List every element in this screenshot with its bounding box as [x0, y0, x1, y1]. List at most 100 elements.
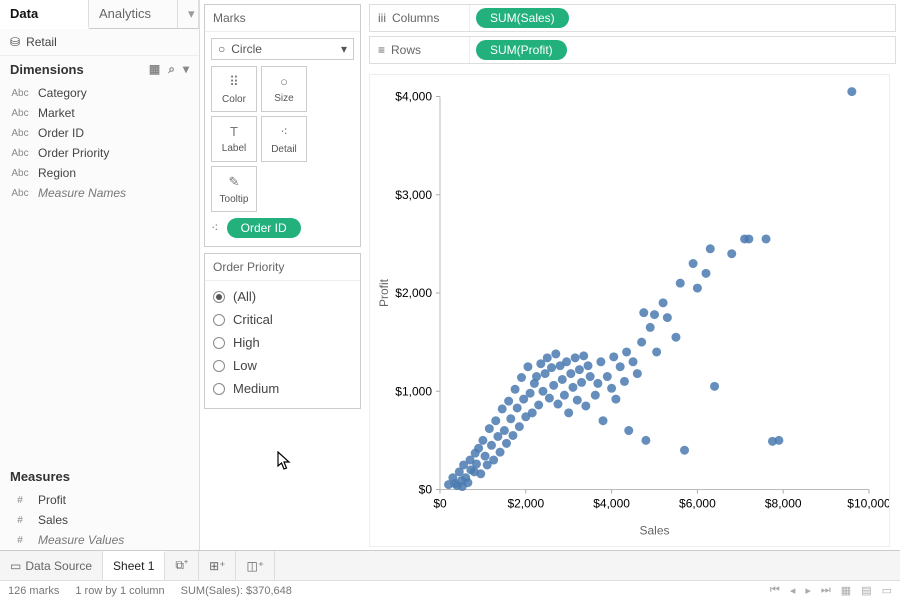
filter-option[interactable]: Critical [205, 308, 360, 331]
mark-tooltip-button[interactable]: ✎ Tooltip [211, 166, 257, 212]
field-name: Market [38, 106, 75, 120]
new-story-button[interactable]: ◫⁺ [236, 551, 275, 580]
datatype-icon: Abc [10, 128, 30, 139]
status-bar: 126 marks 1 row by 1 column SUM(Sales): … [0, 580, 900, 600]
detail-icon: ⁖ [280, 124, 288, 140]
svg-text:$6,000: $6,000 [679, 497, 716, 511]
new-dashboard-button[interactable]: ⊞⁺ [199, 551, 236, 580]
datatype-icon: Abc [10, 188, 30, 199]
dimension-field[interactable]: Abc Category [0, 83, 199, 103]
new-worksheet-icon: ⧉⁺ [175, 558, 188, 573]
filter-option[interactable]: (All) [205, 285, 360, 308]
svg-text:$0: $0 [419, 483, 433, 497]
nav-next-icon[interactable]: ▸ [805, 584, 811, 597]
label-icon: T [230, 124, 238, 139]
field-name: Category [38, 86, 87, 100]
dimension-field[interactable]: AbcRegion [0, 163, 199, 183]
svg-text:Profit: Profit [377, 278, 391, 307]
view-mode1-icon[interactable]: ▦ [841, 584, 851, 597]
tab-dropdown[interactable]: ▾ [178, 0, 199, 28]
mark-type-select[interactable]: ○Circle ▾ [211, 38, 354, 60]
measures-head: Measures [10, 469, 70, 484]
marks-head: Marks [205, 5, 360, 32]
measure-field[interactable]: # Measure Values [0, 530, 199, 550]
svg-text:$4,000: $4,000 [593, 497, 630, 511]
mark-btn-label: Tooltip [220, 194, 249, 205]
svg-text:$2,000: $2,000 [507, 497, 544, 511]
radio-icon [213, 337, 225, 349]
rows-pill[interactable]: SUM(Profit) [476, 40, 567, 60]
dimension-field[interactable]: Abc Order Priority [0, 143, 199, 163]
new-dashboard-icon: ⊞⁺ [209, 559, 225, 573]
datatype-icon: Abc [10, 148, 30, 159]
filter-option[interactable]: High [205, 331, 360, 354]
dimensions-head: Dimensions [10, 62, 84, 77]
mark-label-button[interactable]: T Label [211, 116, 257, 162]
columns-pill[interactable]: SUM(Sales) [476, 8, 569, 28]
tab-datasource[interactable]: ▭Data Source [0, 551, 103, 580]
field-name: Region [38, 166, 76, 180]
svg-text:$10,000: $10,000 [847, 497, 889, 511]
mark-color-button[interactable]: ⠿Color [211, 66, 257, 112]
filter-option[interactable]: Low [205, 354, 360, 377]
filter-option[interactable]: Medium [205, 377, 360, 400]
radio-icon [213, 291, 225, 303]
view-mode3-icon[interactable]: ▭ [882, 584, 892, 597]
menu-caret-icon[interactable]: ▾ [183, 62, 189, 77]
rows-label: Rows [391, 43, 421, 57]
datasource-row[interactable]: ⛁ Retail [0, 29, 199, 56]
tab-sheet1[interactable]: Sheet 1 [103, 551, 165, 580]
mark-size-button[interactable]: ○Size [261, 66, 307, 112]
status-grid: 1 row by 1 column [75, 585, 164, 597]
tab-analytics[interactable]: Analytics [89, 0, 178, 28]
field-name: Order Priority [38, 146, 109, 160]
field-name: Measure Values [38, 533, 124, 547]
dimension-field[interactable]: Abc Market [0, 103, 199, 123]
measure-field[interactable]: #Profit [0, 490, 199, 510]
new-worksheet-button[interactable]: ⧉⁺ [165, 551, 199, 580]
tooltip-icon: ✎ [229, 174, 240, 190]
mark-btn-label: Size [274, 93, 293, 104]
datatype-icon: Abc [10, 88, 30, 99]
datatype-icon: Abc [10, 108, 30, 119]
dimension-field[interactable]: Abc Order ID [0, 123, 199, 143]
radio-icon [213, 383, 225, 395]
radio-icon [213, 314, 225, 326]
search-icon[interactable]: ⌕ [168, 62, 175, 77]
color-icon: ⠿ [229, 74, 239, 90]
marks-card: Marks ○Circle ▾ ⠿Color○Size T Label ⁖Detail… [204, 4, 361, 247]
filter-label: Critical [233, 312, 273, 327]
view-grid-icon[interactable]: ▦ [149, 62, 160, 77]
view-mode2-icon[interactable]: ▤ [861, 584, 871, 597]
svg-text:$1,000: $1,000 [395, 384, 432, 398]
nav-last-icon[interactable]: ⏭ [821, 584, 831, 597]
scatter-chart[interactable]: $0$1,000$2,000$3,000$4,000$0$2,000$4,000… [369, 74, 890, 547]
dimension-field[interactable]: AbcMeasure Names [0, 183, 199, 203]
detail-pill[interactable]: Order ID [227, 218, 301, 238]
view-pane: iiiColumns SUM(Sales) ≡Rows SUM(Profit) … [365, 0, 900, 550]
status-marks: 126 marks [8, 585, 59, 597]
filter-label: High [233, 335, 260, 350]
data-pane: Data Analytics ▾ ⛁ Retail Dimensions ▦ ⌕… [0, 0, 200, 550]
nav-prev-icon[interactable]: ◂ [790, 584, 796, 597]
measure-field[interactable]: #Sales [0, 510, 199, 530]
filter-label: (All) [233, 289, 256, 304]
dropdown-caret-icon: ▾ [341, 42, 347, 56]
new-story-icon: ◫⁺ [246, 559, 264, 573]
mark-detail-button[interactable]: ⁖Detail [261, 116, 307, 162]
mark-btn-label: Label [222, 143, 246, 154]
svg-text:$0: $0 [433, 497, 447, 511]
columns-icon: iii [378, 11, 386, 25]
datatype-icon: # [10, 515, 30, 526]
rows-shelf[interactable]: ≡ Rows SUM(Profit) [369, 36, 896, 64]
tab-data[interactable]: Data [0, 0, 89, 29]
columns-shelf[interactable]: iiiColumns SUM(Sales) [369, 4, 896, 32]
datasource-icon: ⛁ [10, 35, 20, 49]
field-name: Order ID [38, 126, 84, 140]
radio-icon [213, 360, 225, 372]
rows-icon: ≡ [378, 43, 385, 57]
field-name: Profit [38, 493, 66, 507]
datatype-icon: # [10, 535, 30, 546]
filter-card: Order Priority (All)CriticalHighLowMediu… [204, 253, 361, 409]
nav-first-icon[interactable]: ⏮ [770, 584, 780, 597]
